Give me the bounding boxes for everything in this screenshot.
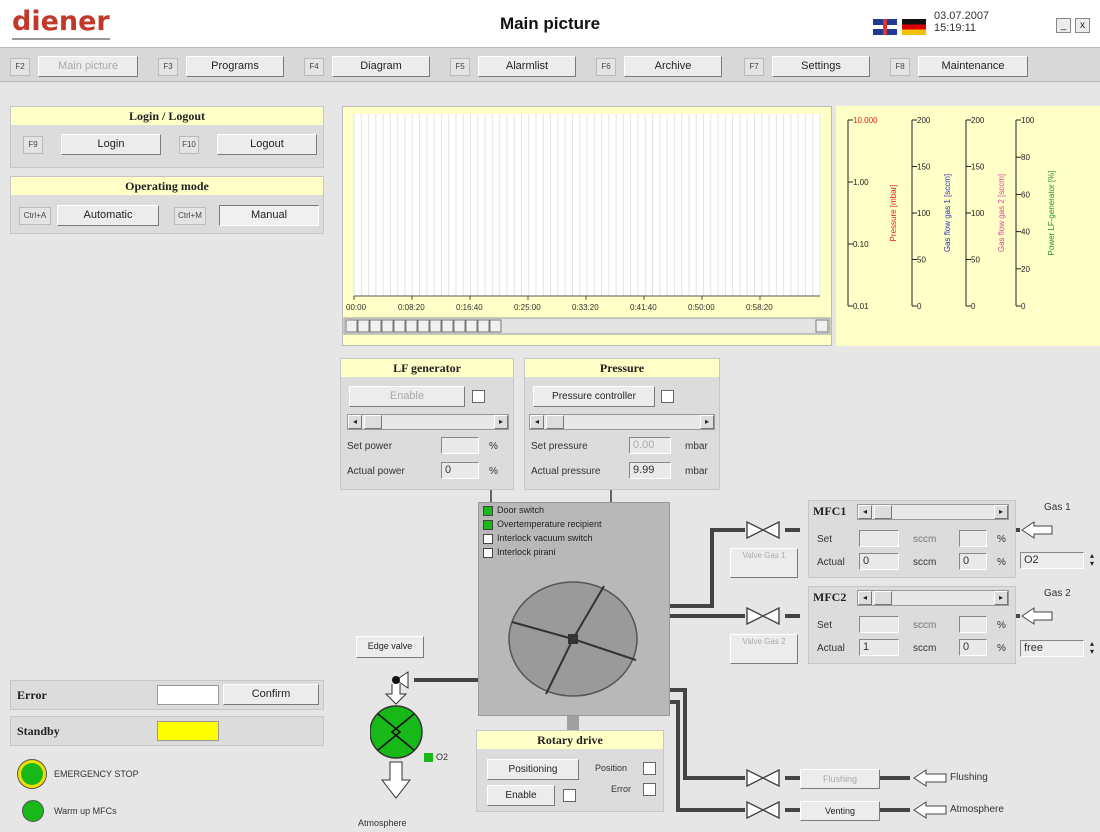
mfc2-actual-value: 1	[859, 639, 899, 656]
rotary-enable-button[interactable]: Enable	[487, 785, 555, 806]
interlock-indicator	[483, 548, 493, 558]
error-title: Error	[17, 688, 47, 702]
interlock-label: Overtemperature recipient	[497, 519, 602, 529]
gas1-spinner-icon[interactable]: ▴ ▾	[1086, 552, 1098, 569]
gas2-valve-icon[interactable]	[746, 607, 780, 625]
mfc1-set-label: Set	[817, 534, 833, 545]
interlock-label: Door switch	[497, 505, 545, 515]
chamber-rotor-icon	[508, 581, 638, 697]
warm-up-label: Warm up MFCs	[54, 806, 117, 816]
mfc2-set-unit: sccm	[913, 620, 937, 631]
error-label: Error	[611, 784, 631, 794]
venting-button[interactable]: Venting	[800, 801, 880, 821]
interlock-indicator	[483, 506, 493, 516]
mfc2-set-field[interactable]	[859, 616, 899, 633]
error-checkbox	[643, 783, 656, 796]
standby-row: Standby	[10, 716, 324, 746]
position-label: Position	[595, 763, 628, 773]
interlock-indicator	[483, 534, 493, 544]
pump-atmosphere-label: Atmosphere	[358, 818, 407, 828]
interlock-indicator	[483, 520, 493, 530]
slider-right-arrow[interactable]: ▸	[994, 505, 1008, 519]
slider-thumb[interactable]	[874, 591, 892, 605]
venting-atmosphere-label: Atmosphere	[950, 804, 1004, 815]
mfc1-set-field[interactable]	[859, 530, 899, 547]
rotary-drive-panel: Rotary drive Positioning Position Enable…	[476, 730, 664, 812]
mfc2-slider[interactable]: ◂ ▸	[857, 590, 1009, 606]
mfc2-actual-pct: 0	[959, 639, 987, 656]
flushing-inlet-arrow-icon	[913, 769, 947, 787]
gas2-spinner-icon[interactable]: ▴ ▾	[1086, 640, 1098, 657]
emergency-stop-label: EMERGENCY STOP	[54, 769, 139, 779]
slider-left-arrow[interactable]: ◂	[858, 505, 872, 519]
o2-indicator	[424, 753, 433, 762]
gas2-select[interactable]: free	[1020, 640, 1084, 657]
mfc2-actual-label: Actual	[817, 643, 845, 654]
error-row: Error Confirm	[10, 680, 324, 710]
mfc1-title: MFC1	[813, 504, 847, 518]
flushing-valve-icon[interactable]	[746, 769, 780, 787]
slider-left-arrow[interactable]: ◂	[858, 591, 872, 605]
mfc1-set-unit: sccm	[913, 534, 937, 545]
mfc1-set-pct-field[interactable]	[959, 530, 987, 547]
edge-valve-button[interactable]: Edge valve	[356, 636, 424, 658]
warm-up-indicator	[22, 800, 44, 822]
gas1-inlet-arrow-icon	[1021, 521, 1053, 539]
mfc2-set-pct-unit: %	[997, 620, 1006, 631]
mfc2-set-label: Set	[817, 620, 833, 631]
flushing-button[interactable]: Flushing	[800, 769, 880, 789]
gas2-inlet-arrow-icon	[1021, 607, 1053, 625]
mfc1-actual-pct-unit: %	[997, 557, 1006, 568]
confirm-button[interactable]: Confirm	[223, 684, 319, 705]
mfc2-actual-pct-unit: %	[997, 643, 1006, 654]
rotary-enable-checkbox[interactable]	[563, 789, 576, 802]
slider-right-arrow[interactable]: ▸	[994, 591, 1008, 605]
vacuum-pump-icon	[370, 671, 423, 799]
mfc1-panel: MFC1 ◂ ▸ Set sccm % Actual 0 sccm 0 %	[808, 500, 1016, 578]
rotary-drive-title: Rotary drive	[477, 731, 663, 749]
mfc1-actual-label: Actual	[817, 557, 845, 568]
mfc2-actual-unit: sccm	[913, 643, 937, 654]
mfc1-actual-unit: sccm	[913, 557, 937, 568]
standby-title: Standby	[17, 724, 60, 738]
gas1-valve-icon[interactable]	[746, 521, 780, 539]
mfc1-set-pct-unit: %	[997, 534, 1006, 545]
mfc2-panel: MFC2 ◂ ▸ Set sccm % Actual 1 sccm 0 %	[808, 586, 1016, 664]
atmosphere-inlet-arrow-icon	[913, 801, 947, 819]
pipe-venting	[668, 700, 745, 812]
valve-gas2-button[interactable]: Valve Gas 2	[730, 634, 798, 664]
error-indicator	[157, 685, 219, 705]
pump-o2-label: O2	[436, 752, 449, 762]
interlock-label: Interlock pirani	[497, 547, 556, 557]
slider-thumb[interactable]	[874, 505, 892, 519]
venting-valve-icon[interactable]	[746, 801, 780, 819]
standby-indicator	[157, 721, 219, 741]
positioning-button[interactable]: Positioning	[487, 759, 579, 780]
interlock-label: Interlock vacuum switch	[497, 533, 593, 543]
mfc1-actual-pct: 0	[959, 553, 987, 570]
mfc1-actual-value: 0	[859, 553, 899, 570]
mfc2-set-pct-field[interactable]	[959, 616, 987, 633]
emergency-stop-indicator	[18, 760, 46, 788]
gas2-label: Gas 2	[1044, 588, 1071, 599]
flushing-label: Flushing	[950, 772, 988, 783]
mfc1-slider[interactable]: ◂ ▸	[857, 504, 1009, 520]
position-checkbox	[643, 762, 656, 775]
valve-gas1-button[interactable]: Valve Gas 1	[730, 548, 798, 578]
gas1-select[interactable]: O2	[1020, 552, 1084, 569]
gas1-label: Gas 1	[1044, 502, 1071, 513]
mfc2-title: MFC2	[813, 590, 847, 604]
